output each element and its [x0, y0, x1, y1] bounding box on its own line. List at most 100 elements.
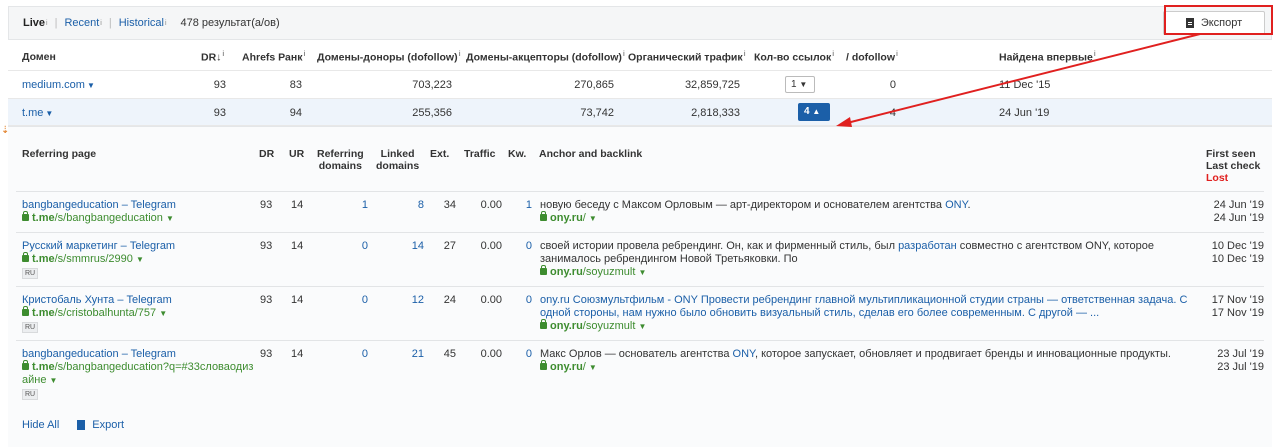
col-referring-domains[interactable]: Referring domains — [317, 148, 364, 172]
ref-domains-value[interactable]: 1 — [346, 199, 368, 212]
first-seen-value: 24 Jun '19 — [1213, 199, 1264, 211]
target-host: ony.ru — [550, 320, 583, 332]
target-host: ony.ru — [550, 212, 583, 224]
col-linked-domains[interactable]: Домены-акцепторы (dofollow)i — [466, 51, 625, 64]
table-row-expanded: t.me ▼ 93 94 255,356 73,742 2,818,333 4 ▲… — [8, 99, 1272, 126]
link-count-toggle[interactable]: 4 ▲ — [798, 103, 830, 121]
caret-down-icon[interactable]: ▼ — [589, 363, 597, 372]
caret-down-icon[interactable]: ▼ — [50, 376, 58, 385]
ur-value: 14 — [291, 240, 304, 252]
col-ur[interactable]: UR — [289, 148, 304, 160]
tab-recent[interactable]: Recent — [64, 17, 99, 29]
referring-page-cell: bangbangeducation – Telegram t.me/s/bang… — [22, 348, 253, 400]
col-dr[interactable]: DR↓i — [201, 51, 224, 64]
dr-value: 93 — [260, 294, 273, 306]
dates-cell: 10 Dec '19 10 Dec '19 — [1184, 240, 1264, 266]
backlink-url[interactable]: ony.ru/soyuzmult ▼ — [540, 319, 646, 332]
referring-page-url[interactable]: t.me/s/bangbangeducation ▼ — [22, 211, 174, 224]
col-dofollow[interactable]: / dofollowi — [846, 51, 898, 64]
ref-domains-value[interactable]: 0 — [346, 348, 368, 361]
caret-down-icon[interactable]: ▼ — [159, 309, 167, 318]
backlink-url[interactable]: ony.ru/ ▼ — [540, 360, 597, 373]
referring-page-url[interactable]: t.me/s/bangbangeducation?q=#33словаодиз а… — [22, 360, 253, 386]
ref-domains-value[interactable]: 0 — [346, 294, 368, 307]
ext-value: 34 — [443, 199, 456, 211]
col-link-count-label: Кол-во ссылок — [754, 51, 832, 64]
col-linked-label: Linked — [380, 148, 415, 160]
referring-page-url[interactable]: t.me/s/cristobalhunta/757 ▼ — [22, 306, 167, 319]
col-domains-label: domains — [318, 160, 362, 172]
linked-domains-value[interactable]: 12 — [402, 294, 424, 307]
col-dates[interactable]: First seen Last check Lost — [1206, 148, 1260, 184]
export-link[interactable]: Export — [92, 419, 124, 431]
col-first-seen[interactable]: Найдена впервыеi — [999, 51, 1096, 64]
backlink-url[interactable]: ony.ru/ ▼ — [540, 211, 597, 224]
url-path: /s/bangbangeducation — [54, 212, 163, 224]
kw-value[interactable]: 1 — [514, 199, 532, 212]
caret-down-icon[interactable]: ▼ — [45, 109, 53, 118]
tab-live[interactable]: Live — [23, 17, 45, 29]
backlink-row: bangbangeducation – Telegram t.me/s/bang… — [16, 340, 1264, 408]
caret-down-icon[interactable]: ▼ — [136, 255, 144, 264]
anchor-keyword[interactable]: разработан — [898, 240, 957, 252]
referring-page-title[interactable]: Русский маркетинг – Telegram — [22, 240, 175, 252]
dr-value: 93 — [260, 240, 273, 252]
traffic-value: 0.00 — [480, 240, 502, 252]
linked-domains-value[interactable]: 8 — [402, 199, 424, 212]
col-organic-traffic[interactable]: Органический трафикi — [628, 51, 746, 64]
col-domains-label: domains — [376, 160, 420, 172]
url-path-continued: айне — [22, 374, 47, 386]
anchor-keyword[interactable]: ony.ru Союзмультфильм - ONY Провести реб… — [540, 294, 1187, 319]
domain-link[interactable]: medium.com ▼ — [22, 79, 95, 91]
col-dr[interactable]: DR — [259, 148, 274, 160]
referring-page-url[interactable]: t.me/s/smmrus/2990 ▼ — [22, 252, 144, 265]
linked-domains-value[interactable]: 14 — [402, 240, 424, 253]
referring-page-title[interactable]: bangbangeducation – Telegram — [22, 199, 176, 211]
tab-historical[interactable]: Historical — [119, 17, 164, 29]
col-domain[interactable]: Домен — [22, 51, 56, 63]
ref-domains-value: 255,356 — [412, 107, 452, 119]
col-linked-domains[interactable]: Linked domains — [376, 148, 419, 172]
col-ext[interactable]: Ext. — [430, 148, 449, 160]
lock-icon — [540, 319, 547, 329]
first-seen-value: 11 Dec '15 — [999, 79, 1051, 91]
organic-traffic-value: 2,818,333 — [691, 107, 740, 119]
first-seen-value: 17 Nov '19 — [1211, 294, 1264, 306]
kw-value[interactable]: 0 — [514, 294, 532, 307]
anchor-cell: своей истории провела ребрендинг. Он, ка… — [540, 240, 1190, 279]
referring-page-title[interactable]: bangbangeducation – Telegram — [22, 348, 176, 360]
col-ahrefs-rank[interactable]: Ahrefs Ранкi — [242, 51, 305, 64]
link-count-select[interactable]: 1 ▼ — [785, 76, 815, 93]
linked-domains-value[interactable]: 21 — [402, 348, 424, 361]
anchor-cell: новую беседу с Максом Орловым — арт-дире… — [540, 199, 1190, 225]
url-host: t.me — [32, 212, 55, 224]
caret-down-icon[interactable]: ▼ — [166, 214, 174, 223]
caret-down-icon[interactable]: ▼ — [589, 214, 597, 223]
col-ref-domains[interactable]: Домены-доноры (dofollow)i — [317, 51, 461, 64]
col-traffic[interactable]: Traffic — [464, 148, 496, 160]
export-button-label: Экспорт — [1200, 17, 1243, 29]
export-button[interactable]: Экспорт — [1163, 11, 1265, 35]
kw-value[interactable]: 0 — [514, 240, 532, 253]
col-kw[interactable]: Kw. — [508, 148, 526, 160]
kw-value[interactable]: 0 — [514, 348, 532, 361]
caret-down-icon[interactable]: ▼ — [638, 322, 646, 331]
col-referring-page[interactable]: Referring page — [22, 148, 96, 160]
backlink-url[interactable]: ony.ru/soyuzmult ▼ — [540, 265, 646, 278]
target-path: /soyuzmult — [582, 320, 636, 332]
anchor-text-after: , которое запускает, обновляет и продвиг… — [754, 348, 1171, 360]
first-seen-value: 24 Jun '19 — [999, 107, 1050, 119]
domain-link[interactable]: t.me ▼ — [22, 107, 53, 119]
col-anchor[interactable]: Anchor and backlink — [539, 148, 642, 160]
caret-down-icon[interactable]: ▼ — [638, 268, 646, 277]
col-link-count[interactable]: Кол-во ссылокi — [754, 51, 834, 64]
referring-page-title[interactable]: Кристобаль Хунта – Telegram — [22, 294, 172, 306]
ref-domains-value[interactable]: 0 — [346, 240, 368, 253]
caret-down-icon[interactable]: ▼ — [87, 81, 95, 90]
anchor-keyword[interactable]: ONY — [945, 199, 967, 211]
hide-all-link[interactable]: Hide All — [22, 419, 59, 431]
info-icon: i — [222, 51, 225, 58]
anchor-keyword[interactable]: ONY — [733, 348, 755, 360]
backlinks-panel: Referring page DR UR Referring domains Li… — [8, 126, 1272, 447]
ref-domains-value: 703,223 — [412, 79, 452, 91]
